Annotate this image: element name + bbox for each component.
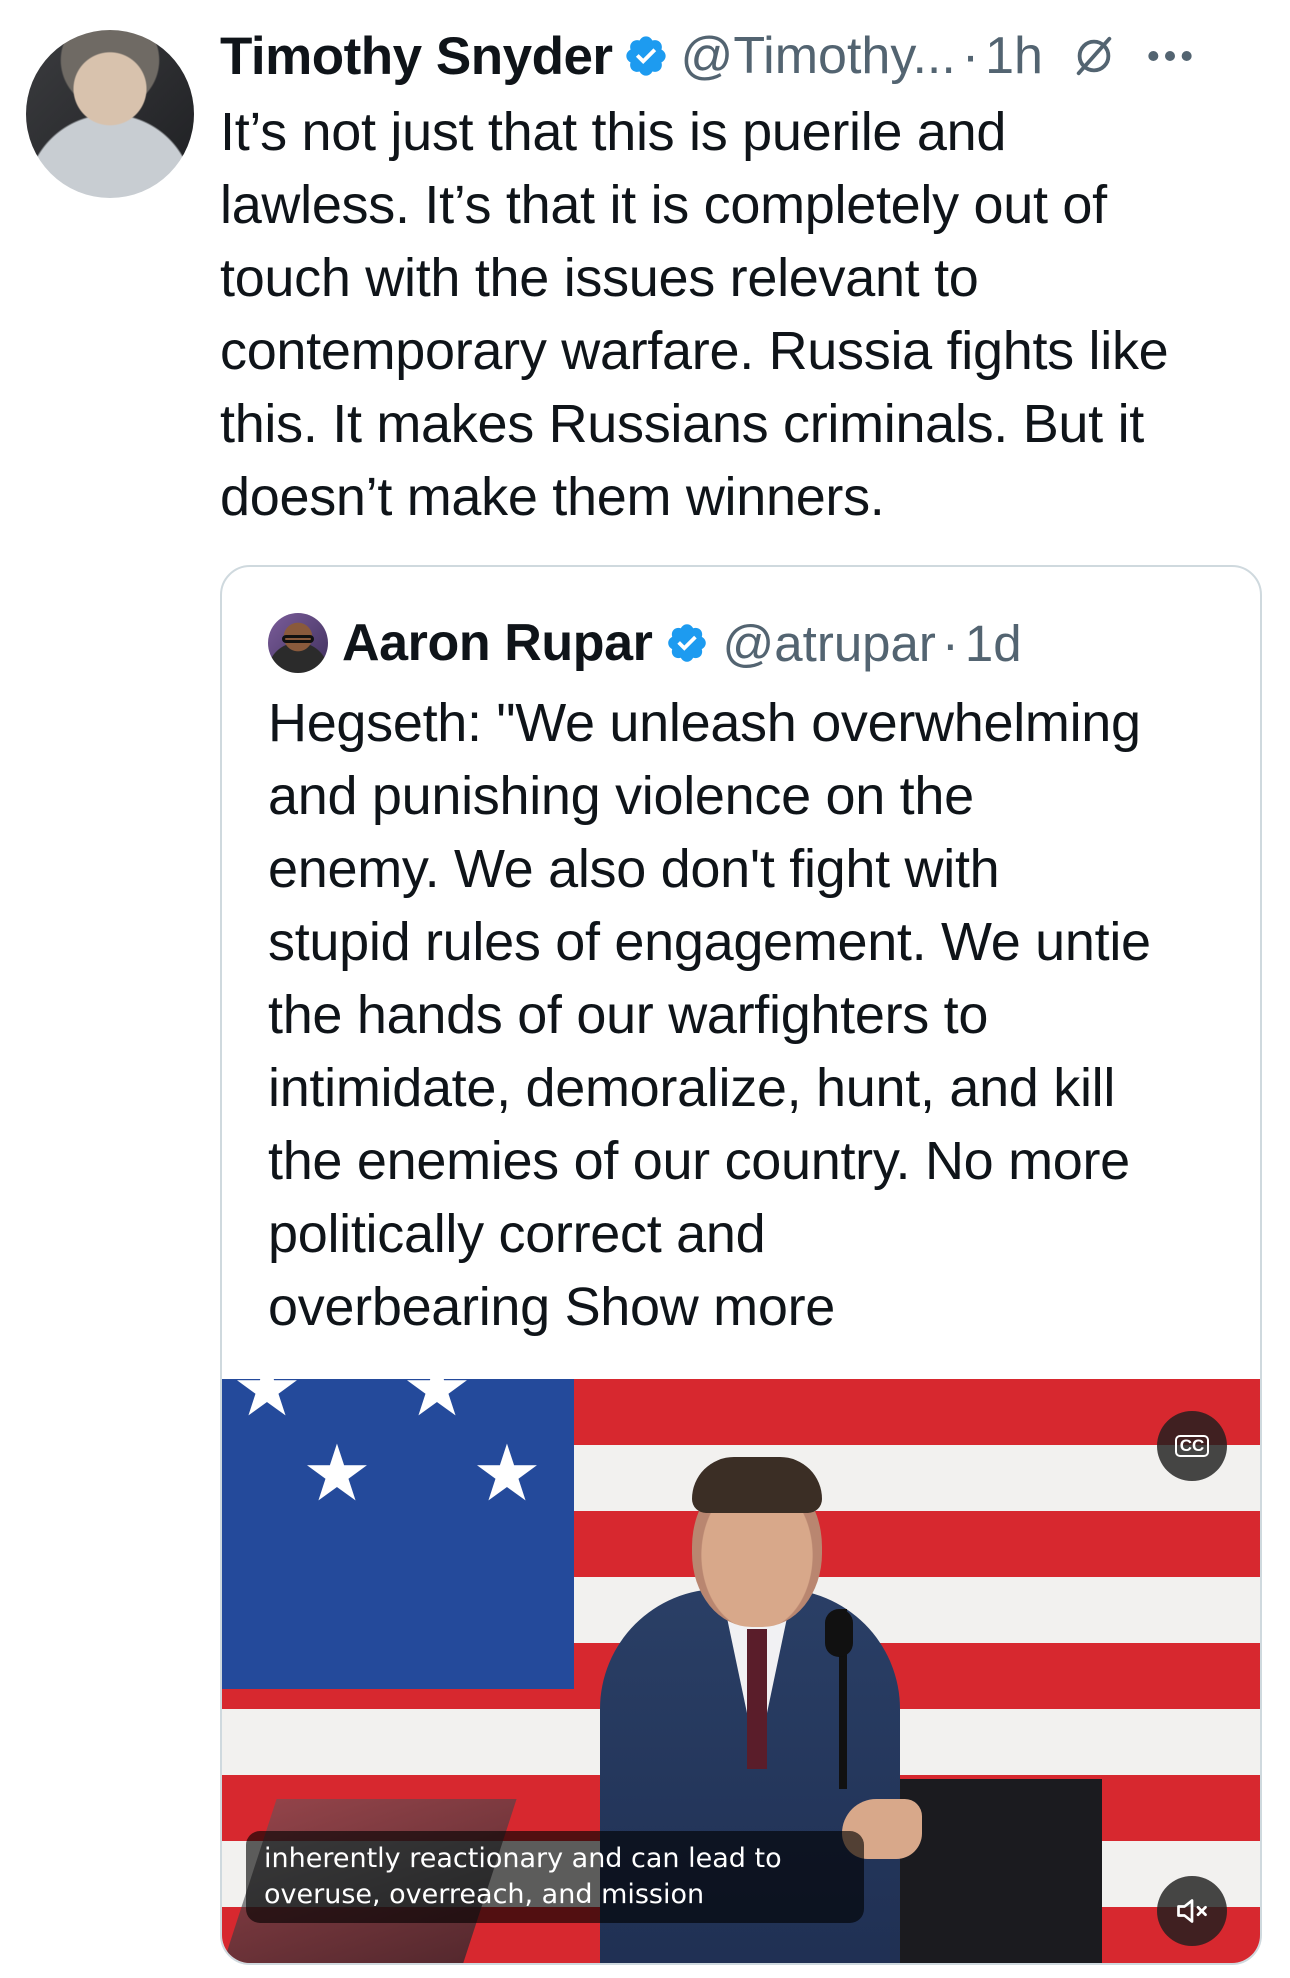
quoted-tweet-header: Aaron Rupar @atrupar · 1d	[268, 607, 1022, 679]
quoted-text-line: overbearing	[268, 1277, 550, 1337]
author-handle[interactable]: @Timothy...	[681, 26, 956, 86]
tweet-text-line: this. It makes Russians criminals. But i…	[220, 394, 1144, 454]
grok-slash-icon[interactable]	[1071, 33, 1117, 79]
quoted-author-handle[interactable]: @atrupar	[723, 614, 936, 673]
quoted-text-line: Hegseth: "We unleash overwhelming	[268, 693, 1141, 753]
caption-line: inherently reactionary and can lead to	[264, 1843, 782, 1874]
tweet-text-line: contemporary warfare. Russia fights like	[220, 321, 1169, 381]
verified-badge-icon	[625, 36, 666, 76]
more-dots-icon[interactable]	[1145, 46, 1195, 66]
separator-dot: ·	[961, 27, 980, 85]
quoted-text-line: intimidate, demoralize, hunt, and kill	[268, 1058, 1116, 1118]
muted-speaker-icon	[1177, 1899, 1207, 1923]
separator-dot: ·	[941, 614, 959, 672]
tweet-text-line: lawless. It’s that it is completely out …	[220, 175, 1107, 235]
author-name[interactable]: Timothy Snyder	[220, 26, 613, 87]
microphone-icon	[825, 1609, 853, 1657]
quoted-text-line: and punishing violence on the	[268, 766, 974, 826]
quoted-author-name[interactable]: Aaron Rupar	[342, 613, 653, 673]
tweet-text-line: doesn’t make them winners.	[220, 467, 885, 527]
closed-captions-button[interactable]: CC	[1157, 1411, 1227, 1481]
quoted-tweet-text: Hegseth: "We unleash overwhelming and pu…	[268, 687, 1238, 1344]
star-shape: ★	[472, 1429, 542, 1517]
verified-badge-icon	[667, 624, 706, 662]
mute-button[interactable]	[1157, 1876, 1227, 1946]
tweet-header: Timothy Snyder @Timothy... · 1h	[220, 20, 1270, 92]
quoted-tweet-card[interactable]: Aaron Rupar @atrupar · 1d Hegseth: "We u…	[220, 565, 1262, 1965]
tweet-text: It’s not just that this is puerile and l…	[220, 96, 1270, 534]
quoted-author-avatar[interactable]	[268, 613, 328, 673]
quoted-text-line: politically correct and	[268, 1204, 766, 1264]
star-shape: ★	[402, 1379, 472, 1432]
quoted-text-line: enemy. We also don't fight with	[268, 839, 1000, 899]
quoted-text-line: the hands of our warfighters to	[268, 985, 989, 1045]
video-caption: inherently reactionary and can lead to o…	[246, 1831, 864, 1923]
caption-line: overuse, overreach, and mission	[264, 1879, 705, 1910]
speaker-tie	[747, 1629, 767, 1769]
quoted-text-line: stupid rules of engagement. We untie	[268, 912, 1151, 972]
speaker-hair	[692, 1457, 822, 1513]
tweet-text-line: touch with the issues relevant to	[220, 248, 979, 308]
quoted-text-line: the enemies of our country. No more	[268, 1131, 1130, 1191]
star-shape: ★	[302, 1429, 372, 1517]
flag-canton: ★ ★ ★ ★	[222, 1379, 574, 1689]
tweet-time[interactable]: 1h	[985, 26, 1043, 86]
author-avatar[interactable]	[26, 30, 194, 198]
star-shape: ★	[232, 1379, 302, 1432]
closed-captions-icon: CC	[1174, 1435, 1210, 1457]
tweet-text-line: It’s not just that this is puerile and	[220, 102, 1007, 162]
quoted-tweet-time[interactable]: 1d	[965, 614, 1022, 673]
video-player[interactable]: ★ ★ ★ ★ CC inherently reactionary and ca…	[222, 1379, 1260, 1963]
show-more-link[interactable]: Show more	[565, 1277, 836, 1337]
